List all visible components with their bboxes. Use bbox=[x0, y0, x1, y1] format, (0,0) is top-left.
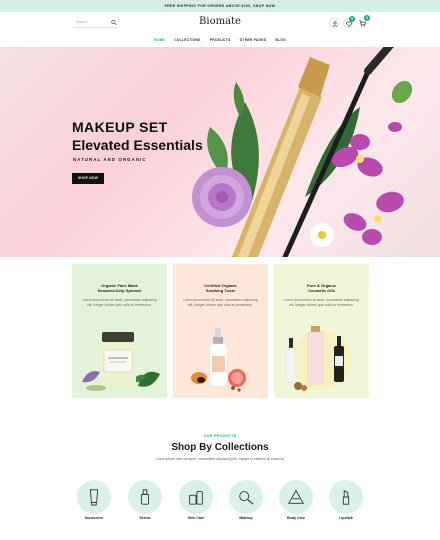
collection-serum[interactable]: Serum bbox=[125, 480, 165, 526]
promo-card-face-mask[interactable]: Organic Face Mask Seaweed-Kelp Spinach L… bbox=[72, 264, 167, 398]
collection-label: Sunscreen bbox=[84, 516, 104, 520]
nav-blog[interactable]: BLOG bbox=[275, 35, 286, 45]
collection-label: Lipstick bbox=[339, 516, 353, 520]
collection-label: Body Care bbox=[287, 516, 305, 520]
slider-dots bbox=[213, 248, 223, 257]
face-mask-jar-image bbox=[82, 332, 160, 391]
hero-title-line1: MAKEUP SET bbox=[72, 119, 168, 135]
serum-dropper-icon bbox=[140, 489, 150, 505]
wishlist-count-badge: 0 bbox=[349, 16, 355, 22]
collection-sunscreen[interactable]: Sunscreen bbox=[74, 480, 114, 526]
user-icon bbox=[332, 20, 337, 27]
header: Search Biomate 0 0 bbox=[0, 12, 440, 34]
cosmetic-oils-image bbox=[285, 326, 351, 391]
collection-body-care[interactable]: Body Care bbox=[276, 480, 316, 526]
section-eyebrow: OUR PRODUCTS bbox=[203, 434, 237, 438]
nav-other-pages[interactable]: OTHER PAGES bbox=[240, 35, 267, 45]
promo-card-toner[interactable]: Certified Organic Soothing Toner Lorem i… bbox=[173, 264, 268, 398]
nav-products[interactable]: PRODUCTS bbox=[210, 35, 231, 45]
lipstick-icon bbox=[342, 489, 350, 505]
collection-icon-bg bbox=[329, 480, 363, 514]
wishlist-button[interactable]: 0 bbox=[343, 16, 355, 28]
skin-care-icon bbox=[189, 491, 203, 505]
search-icon[interactable] bbox=[111, 19, 117, 26]
collection-skin-care[interactable]: Skin Care bbox=[176, 480, 216, 526]
sunscreen-tube-icon bbox=[89, 489, 99, 506]
shop-now-button[interactable]: SHOP NOW bbox=[72, 173, 104, 184]
section-title: Shop By Collections bbox=[171, 442, 269, 453]
makeup-brush-icon bbox=[239, 491, 254, 505]
cart-count-badge: 0 bbox=[364, 15, 370, 21]
nav-home[interactable]: HOME bbox=[154, 35, 165, 45]
hero-subtitle: NATURAL AND ORGANIC bbox=[73, 157, 147, 162]
collection-lipstick[interactable]: Lipstick bbox=[326, 480, 366, 526]
collection-icon-bg bbox=[229, 480, 263, 514]
body-care-icon bbox=[288, 489, 304, 504]
collection-icon-bg bbox=[77, 480, 111, 514]
hero-product-illustration bbox=[192, 47, 413, 257]
brand-logo[interactable]: Biomate bbox=[195, 16, 245, 27]
search-placeholder: Search bbox=[76, 20, 88, 24]
promo-card-oils[interactable]: Pure & Organic Cosmetic Oils Lorem ipsum… bbox=[274, 264, 369, 398]
account-button[interactable] bbox=[329, 18, 339, 28]
hero-banner: MAKEUP SET Elevated Essentials NATURAL A… bbox=[0, 47, 440, 257]
cart-button[interactable]: 0 bbox=[357, 15, 370, 28]
hero-title-line2: Elevated Essentials bbox=[72, 137, 203, 153]
main-nav: HOME COLLECTIONS PRODUCTS OTHER PAGES BL… bbox=[0, 35, 440, 45]
toner-bottle-image bbox=[191, 328, 246, 392]
collection-label: Serum bbox=[139, 516, 151, 520]
collection-icon-bg bbox=[279, 480, 313, 514]
search-input[interactable]: Search bbox=[74, 18, 118, 28]
announcement-bar: FREE SHIPPING FOR ORDERS ABOVE $200, SHO… bbox=[0, 0, 440, 12]
section-description: Lorem ipsum dolor sit amet, consectetur … bbox=[155, 457, 285, 461]
nav-collections[interactable]: COLLECTIONS bbox=[174, 35, 201, 45]
collection-icon-bg bbox=[128, 480, 162, 514]
collection-makeup[interactable]: Makeup bbox=[226, 480, 266, 526]
collection-label: Makeup bbox=[239, 516, 253, 520]
collection-label: Skin Care bbox=[187, 516, 205, 520]
collection-icon-bg bbox=[179, 480, 213, 514]
